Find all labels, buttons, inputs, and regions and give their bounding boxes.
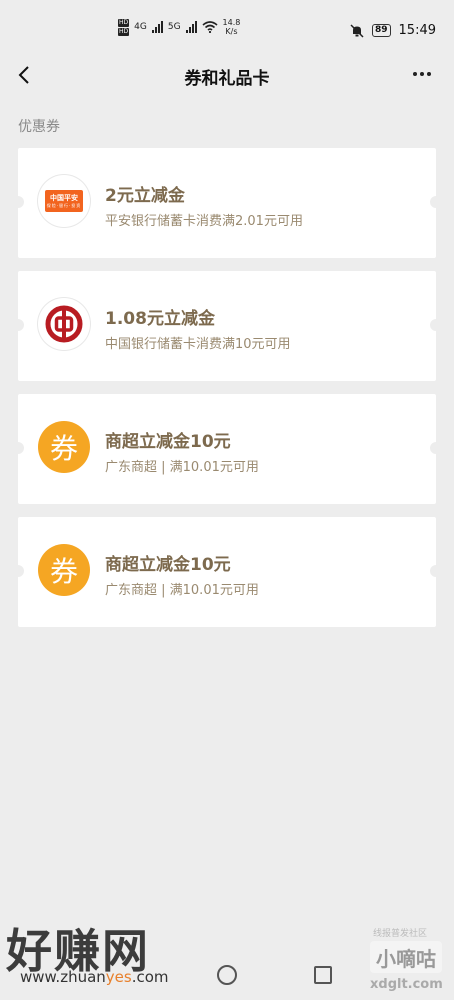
coupon-subtitle: 中国银行储蓄卡消费满10元可用: [105, 337, 291, 352]
hd-indicator: HD HD: [118, 18, 130, 36]
status-bar: HD HD 4G 5G 14.8 K/s 89 15:49: [0, 0, 454, 46]
battery-indicator: 89: [372, 24, 391, 37]
ticket-notch: [12, 565, 24, 577]
hd-label: HD: [118, 18, 130, 27]
ticket-notch: [430, 196, 442, 208]
ticket-notch: [430, 319, 442, 331]
ping-an-logo-icon: 中国平安 保险·银行·投资: [38, 175, 90, 227]
ticket-notch: [12, 196, 24, 208]
signal-icon: [185, 21, 197, 33]
nav-bar: 券和礼品卡: [0, 55, 454, 99]
watermark-tag: 线报普发社区: [373, 929, 428, 939]
clock: 15:49: [398, 23, 436, 38]
coupon-card[interactable]: 中国平安 保险·银行·投资 2元立减金 平安银行储蓄卡消费满2.01元可用: [12, 148, 442, 258]
mute-bell-icon: [350, 23, 364, 38]
coupon-card[interactable]: 券 商超立减金10元 广东商超 | 满10.01元可用: [12, 394, 442, 504]
coupon-icon: 券: [38, 421, 90, 473]
ticket-notch: [430, 565, 442, 577]
network-speed: 14.8 K/s: [222, 18, 241, 36]
coupon-subtitle: 平安银行储蓄卡消费满2.01元可用: [105, 214, 303, 229]
coupon-title: 商超立减金10元: [105, 555, 231, 575]
wifi-icon: [202, 21, 218, 33]
more-options-button[interactable]: [408, 61, 436, 87]
signal-icon: [151, 21, 163, 33]
watermark-logo: 小嘀咕: [370, 941, 442, 973]
bank-of-china-logo-icon: [38, 298, 90, 350]
coupon-card[interactable]: 1.08元立减金 中国银行储蓄卡消费满10元可用: [12, 271, 442, 381]
home-button[interactable]: [217, 965, 237, 985]
ticket-notch: [12, 442, 24, 454]
network-type-label: 4G: [134, 22, 147, 32]
coupon-subtitle: 广东商超 | 满10.01元可用: [105, 583, 259, 598]
coupon-title: 2元立减金: [105, 186, 185, 206]
coupon-subtitle: 广东商超 | 满10.01元可用: [105, 460, 259, 475]
page-title: 券和礼品卡: [184, 69, 270, 89]
coupon-title: 1.08元立减金: [105, 309, 215, 329]
coupon-card[interactable]: 券 商超立减金10元 广东商超 | 满10.01元可用: [12, 517, 442, 627]
section-title: 优惠券: [18, 119, 60, 135]
ticket-notch: [430, 442, 442, 454]
hd-label: HD: [118, 27, 130, 36]
ticket-notch: [12, 319, 24, 331]
status-right: 89 15:49: [350, 23, 436, 38]
watermark-url: www.zhuanyes.com: [20, 968, 169, 986]
recents-button[interactable]: [314, 966, 332, 984]
status-indicators: HD HD 4G 5G 14.8 K/s: [118, 18, 240, 36]
coupon-icon: 券: [38, 544, 90, 596]
watermark-url: xdglt.com: [370, 977, 443, 992]
coupon-title: 商超立减金10元: [105, 432, 231, 452]
network-type-label: 5G: [167, 22, 181, 32]
